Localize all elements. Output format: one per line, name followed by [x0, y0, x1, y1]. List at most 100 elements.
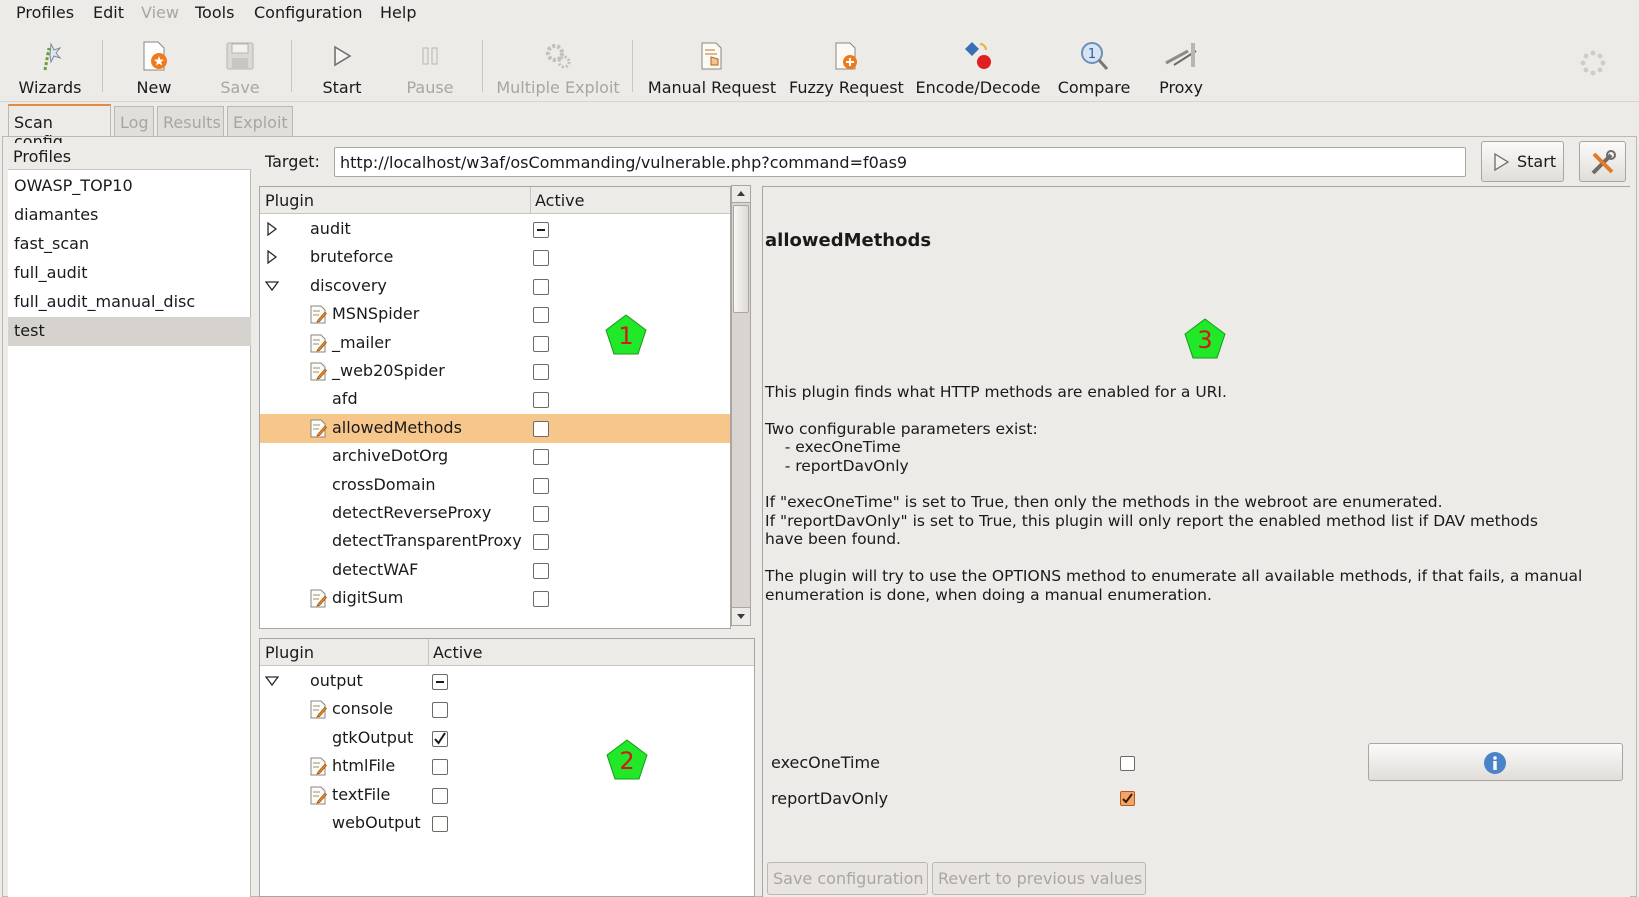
menu-configuration[interactable]: Configuration [254, 3, 363, 22]
output-plugin-row[interactable]: gtkOutput [260, 724, 754, 753]
plugin-row[interactable]: bruteforce [260, 243, 730, 272]
wand-icon [14, 38, 86, 74]
plugin-row[interactable]: audit [260, 215, 730, 244]
target-url-input[interactable] [334, 147, 1466, 177]
help-info-button[interactable] [1368, 743, 1623, 781]
plugin-row[interactable]: archiveDotOrg [260, 442, 730, 471]
manual-request-button[interactable]: Manual Request [645, 38, 779, 100]
profile-item-selected[interactable]: test [8, 317, 251, 346]
plugin-active-checkbox[interactable] [533, 534, 549, 551]
menu-help[interactable]: Help [380, 3, 416, 22]
wizards-button[interactable]: Wizards [14, 38, 86, 100]
description-line: The plugin will try to use the OPTIONS m… [765, 567, 1583, 585]
output-plugin-active-checkbox[interactable] [432, 816, 448, 832]
column-plugin[interactable]: Plugin [265, 191, 314, 210]
toolbar-separator [102, 40, 103, 92]
expander-collapsed-icon[interactable] [265, 249, 279, 265]
column-active[interactable]: Active [433, 643, 483, 662]
plugin-row[interactable]: detectReverseProxy [260, 499, 730, 528]
profile-item[interactable]: diamantes [8, 201, 251, 230]
plugin-row[interactable]: crossDomain [260, 471, 730, 500]
tab-scan-config[interactable]: Scan config [8, 104, 111, 151]
tab-log[interactable]: Log [114, 106, 154, 136]
encode-decode-icon [913, 38, 1043, 74]
expander-expanded-icon[interactable] [264, 278, 280, 292]
output-plugin-active-checkbox[interactable] [432, 759, 448, 776]
fuzzy-request-button[interactable]: Fuzzy Request [789, 38, 904, 100]
save-button[interactable]: Save [212, 38, 268, 100]
scroll-thumb[interactable] [733, 205, 749, 313]
plugin-active-checkbox[interactable] [533, 420, 549, 437]
tab-exploit[interactable]: Exploit [227, 106, 293, 136]
plugin-name: audit [310, 219, 351, 238]
plugin-row[interactable]: MSNSpider [260, 300, 730, 329]
expander-expanded-icon[interactable] [264, 673, 280, 687]
plugin-active-checkbox[interactable] [533, 477, 549, 494]
output-plugin-row[interactable]: textFile [260, 781, 754, 810]
scroll-up-arrow[interactable] [731, 185, 751, 203]
output-plugin-row[interactable]: htmlFile [260, 752, 754, 781]
profile-item[interactable]: full_audit [8, 259, 251, 288]
marker-2: 2 [605, 738, 649, 782]
menu-profiles[interactable]: Profiles [16, 3, 74, 22]
output-plugin-row[interactable]: output [260, 667, 754, 696]
profile-item[interactable]: fast_scan [8, 230, 251, 259]
output-plugin-active-checkbox[interactable] [432, 674, 448, 690]
plugin-active-checkbox[interactable] [533, 506, 549, 522]
plugin-active-checkbox[interactable] [533, 364, 549, 380]
plugin-row[interactable]: discovery [260, 272, 730, 301]
plugin-row[interactable]: detectWAF [260, 556, 730, 585]
target-label: Target: [265, 152, 320, 171]
proxy-button[interactable]: Proxy [1152, 38, 1210, 100]
save-configuration-button[interactable]: Save configuration [767, 862, 928, 895]
output-plugin-row[interactable]: webOutput [260, 809, 754, 838]
throbber-icon [1580, 50, 1606, 76]
profile-item[interactable]: full_audit_manual_disc [8, 288, 251, 317]
plugin-active-checkbox[interactable] [533, 250, 549, 267]
plugin-name: MSNSpider [332, 304, 420, 324]
plugin-active-checkbox[interactable] [533, 449, 549, 466]
plugin-active-checkbox[interactable] [533, 222, 549, 238]
plugin-name: detectTransparentProxy [332, 531, 522, 551]
output-plugin-row[interactable]: console [260, 695, 754, 724]
plugin-active-checkbox[interactable] [533, 335, 549, 352]
advanced-config-button[interactable] [1579, 141, 1626, 182]
plugin-row[interactable]: allowedMethods [260, 413, 730, 443]
option-checkbox-reportDavOnly[interactable] [1120, 791, 1135, 806]
plugin-active-checkbox[interactable] [533, 562, 549, 579]
column-active[interactable]: Active [535, 191, 585, 210]
menu-edit[interactable]: Edit [93, 3, 124, 22]
menu-tools[interactable]: Tools [195, 3, 234, 22]
scroll-down-arrow[interactable] [731, 607, 751, 626]
plugin-row[interactable]: _web20Spider [260, 357, 730, 386]
pause-button[interactable]: Pause [400, 38, 460, 100]
output-plugin-active-checkbox[interactable] [432, 787, 448, 804]
option-checkbox-execOneTime[interactable] [1120, 756, 1135, 771]
expander-collapsed-icon[interactable] [265, 221, 279, 237]
start-button[interactable]: Start [314, 38, 370, 100]
menu-view[interactable]: View [141, 3, 179, 22]
encode-decode-button[interactable]: Encode/Decode [913, 38, 1043, 100]
plugin-active-checkbox[interactable] [533, 392, 549, 409]
new-button[interactable]: New [124, 38, 184, 100]
multiple-exploit-button[interactable]: Multiple Exploit [494, 38, 622, 100]
revert-button[interactable]: Revert to previous values [932, 862, 1146, 895]
plugin-row[interactable]: detectTransparentProxy [260, 527, 730, 556]
column-plugin[interactable]: Plugin [265, 643, 314, 662]
plugin-active-checkbox[interactable] [533, 307, 549, 324]
profile-item[interactable]: OWASP_TOP10 [8, 172, 251, 201]
plugin-row[interactable]: digitSum [260, 584, 730, 613]
compare-icon: 1 [1056, 38, 1132, 74]
output-plugin-active-checkbox[interactable] [432, 730, 448, 747]
tab-results[interactable]: Results [157, 106, 224, 136]
plugin-active-checkbox[interactable] [533, 591, 549, 608]
plugin-row[interactable]: _mailer [260, 329, 730, 358]
description-line: have been found. [765, 530, 901, 548]
plugin-name: bruteforce [310, 247, 394, 267]
plugin-row[interactable]: afd [260, 385, 730, 414]
profiles-header[interactable]: Profiles [8, 143, 251, 170]
target-start-button[interactable]: Start [1481, 141, 1564, 182]
compare-button[interactable]: 1 Compare [1056, 38, 1132, 100]
output-plugin-active-checkbox[interactable] [432, 702, 448, 719]
plugin-active-checkbox[interactable] [533, 278, 549, 295]
